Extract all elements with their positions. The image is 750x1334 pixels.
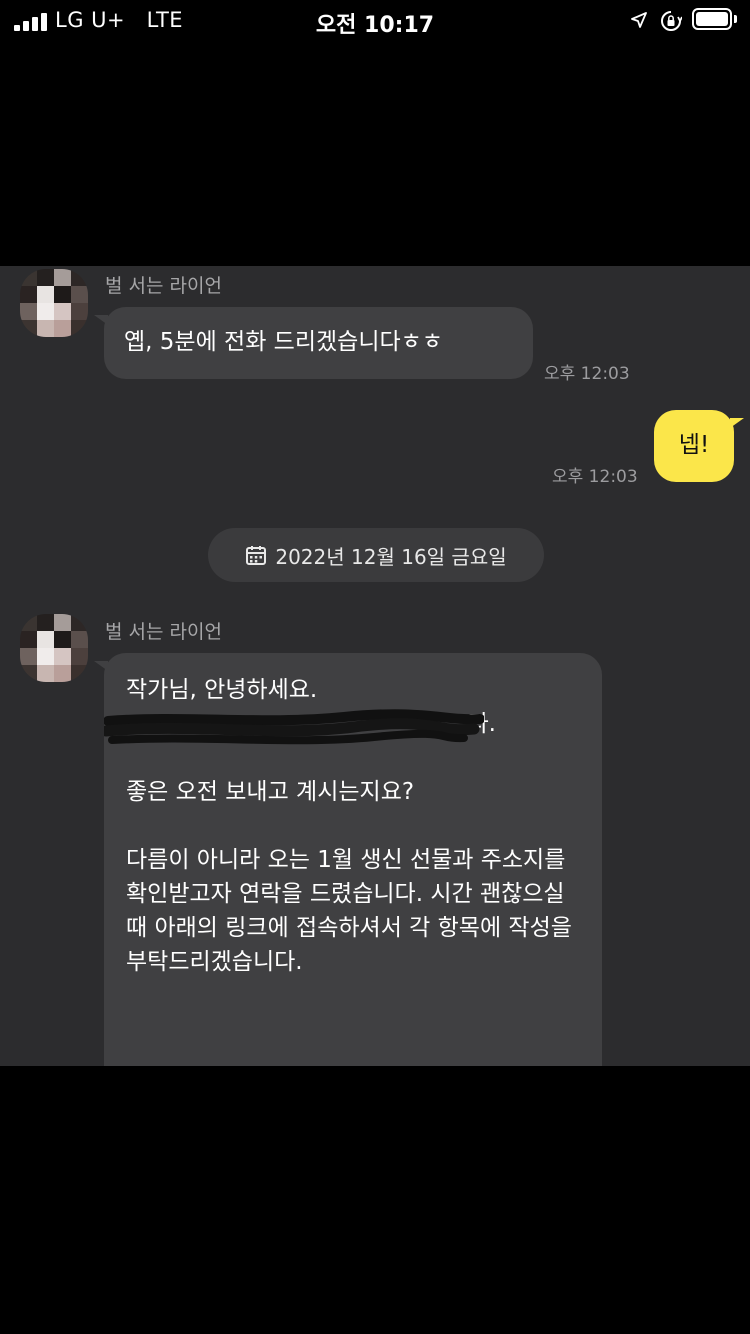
- calendar-icon: [246, 546, 267, 565]
- message-text: 옙, 5분에 전화 드리겠습니다ㅎㅎ: [124, 329, 443, 355]
- date-divider: 2022년 12월 16일 금요일: [208, 528, 544, 582]
- date-divider-label: 2022년 12월 16일 금요일: [275, 544, 507, 569]
- orientation-lock-icon: [661, 11, 682, 31]
- incoming-message-bubble[interactable]: 옙, 5분에 전화 드리겠습니다ㅎㅎ: [94, 307, 533, 379]
- message-text: 넵!: [678, 432, 710, 458]
- message-body: 좋은 오전 보내고 계시는지요? 다름이 아니라 오는 1월 생신 선물과 주소…: [126, 779, 572, 975]
- message-timestamp: 오후 12:03: [544, 364, 630, 384]
- redaction-scribble: [104, 709, 484, 745]
- battery-icon: [692, 8, 732, 30]
- message-timestamp: 오후 12:03: [552, 467, 638, 487]
- location-arrow-icon: [631, 12, 647, 28]
- outgoing-message-bubble[interactable]: 넵!: [654, 410, 744, 482]
- avatar[interactable]: [20, 614, 88, 682]
- message-greeting: 작가님, 안녕하세요.: [126, 677, 318, 703]
- sender-name: 벌 서는 라이언: [105, 621, 222, 643]
- sender-name: 벌 서는 라이언: [105, 275, 222, 297]
- chat-area[interactable]: 벌 서는 라이언 옙, 5분에 전화 드리겠습니다ㅎㅎ 오후 12:03 넵! …: [0, 266, 750, 1066]
- status-bar: LG U+ LTE 오전 10:17: [0, 0, 750, 44]
- battery-nub: [734, 15, 737, 23]
- avatar[interactable]: [20, 269, 88, 337]
